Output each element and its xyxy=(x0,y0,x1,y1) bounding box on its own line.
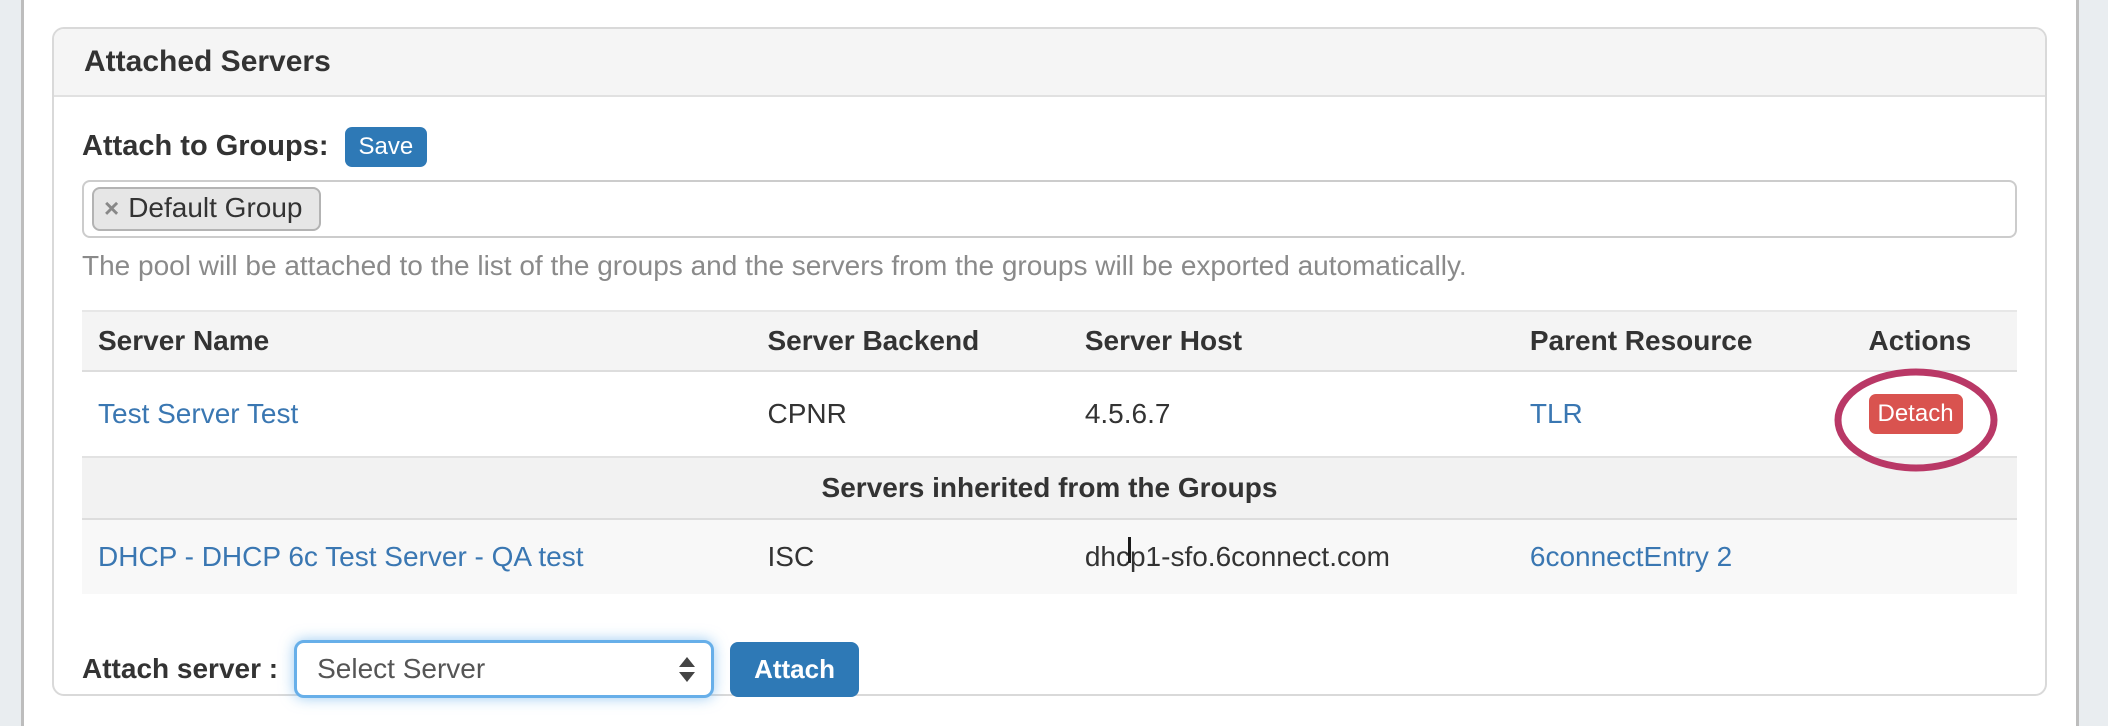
actions-cell xyxy=(1853,519,2018,594)
actions-cell: Detach xyxy=(1853,371,2018,457)
groups-multiselect-input[interactable]: × Default Group xyxy=(82,180,2017,238)
detach-button-wrapper: Detach xyxy=(1869,394,1963,434)
column-header-server-name: Server Name xyxy=(82,311,752,371)
parent-resource-link[interactable]: TLR xyxy=(1530,398,1583,429)
save-groups-button[interactable]: Save xyxy=(345,127,428,167)
attach-button[interactable]: Attach xyxy=(730,642,859,697)
panel-header: Attached Servers xyxy=(54,29,2045,97)
inherited-section-label: Servers inherited from the Groups xyxy=(82,457,2017,519)
parent-resource-cell: 6connectEntry 2 xyxy=(1514,519,1853,594)
server-host-cell: 4.5.6.7 xyxy=(1069,371,1514,457)
column-header-server-backend: Server Backend xyxy=(752,311,1069,371)
ibeam-cursor-artifact xyxy=(1128,537,1131,563)
attach-server-label: Attach server : xyxy=(82,653,278,685)
remove-group-icon[interactable]: × xyxy=(104,195,119,221)
server-name-cell: DHCP - DHCP 6c Test Server - QA test xyxy=(82,519,752,594)
detach-button[interactable]: Detach xyxy=(1869,394,1963,434)
server-name-cell: Test Server Test xyxy=(82,371,752,457)
inherited-section-row: Servers inherited from the Groups xyxy=(82,457,2017,519)
server-name-link[interactable]: Test Server Test xyxy=(98,398,298,429)
column-header-actions: Actions xyxy=(1853,311,2018,371)
column-header-server-host: Server Host xyxy=(1069,311,1514,371)
groups-help-text: The pool will be attached to the list of… xyxy=(82,250,2017,282)
attach-to-groups-row: Attach to Groups: Save xyxy=(82,123,2017,170)
column-header-parent-resource: Parent Resource xyxy=(1514,311,1853,371)
panel-body: Attach to Groups: Save × Default Group T… xyxy=(54,97,2045,724)
panel-title: Attached Servers xyxy=(84,45,331,79)
attached-servers-table: Server Name Server Backend Server Host P… xyxy=(82,310,2017,594)
server-host-cell: dhcp1-sfo.6connect.com xyxy=(1069,519,1514,594)
page: { "panel": { "title": "Attached Servers"… xyxy=(0,0,2108,726)
group-chip-label: Default Group xyxy=(128,192,302,224)
select-arrows-icon xyxy=(679,657,695,682)
attach-server-row: Attach server : Select Server Attach xyxy=(82,640,2017,698)
right-gutter xyxy=(2076,0,2108,726)
left-gutter xyxy=(0,0,24,726)
parent-resource-cell: TLR xyxy=(1514,371,1853,457)
parent-resource-link[interactable]: 6connectEntry 2 xyxy=(1530,541,1732,572)
server-select-value: Select Server xyxy=(317,653,485,685)
attached-servers-panel: Attached Servers Attach to Groups: Save … xyxy=(52,27,2047,696)
table-header-row: Server Name Server Backend Server Host P… xyxy=(82,311,2017,371)
table-row: Test Server Test CPNR 4.5.6.7 TLR Detach xyxy=(82,371,2017,457)
server-select[interactable]: Select Server xyxy=(294,640,714,698)
server-backend-cell: CPNR xyxy=(752,371,1069,457)
attach-to-groups-label: Attach to Groups: xyxy=(82,130,329,163)
table-row: DHCP - DHCP 6c Test Server - QA test ISC… xyxy=(82,519,2017,594)
server-backend-cell: ISC xyxy=(752,519,1069,594)
server-name-link[interactable]: DHCP - DHCP 6c Test Server - QA test xyxy=(98,541,583,572)
group-chip: × Default Group xyxy=(92,187,321,231)
